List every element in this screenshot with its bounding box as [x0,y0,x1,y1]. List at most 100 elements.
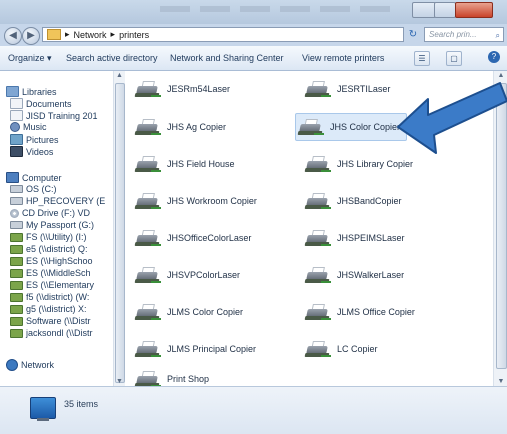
nav-item-documents[interactable]: Documents [10,98,72,109]
view-options-icon[interactable]: ☰ [414,51,430,66]
nav-label: FS (\\Utility) (I:) [26,232,87,242]
nav-item-es-middleschool[interactable]: ES (\\MiddleSch [10,268,91,278]
printer-item[interactable]: LC Copier [304,339,378,359]
printer-icon [134,117,161,137]
printer-icon [297,117,324,137]
nav-item-computer[interactable]: Computer [6,172,62,183]
nav-item-es-highschool[interactable]: ES (\\HighSchoo [10,256,93,266]
scroll-down-icon[interactable]: ▼ [494,378,507,385]
help-icon[interactable]: ? [488,51,500,63]
printer-item[interactable]: JHSWalkerLaser [304,265,404,285]
view-remote-printers-button[interactable]: View remote printers [302,53,384,63]
nav-item-utility[interactable]: FS (\\Utility) (I:) [10,232,87,242]
printer-item[interactable]: JHSPEIMSLaser [304,228,405,248]
printer-item[interactable]: JHSOfficeColorLaser [134,228,252,248]
search-input[interactable]: Search prin... ⌕ [424,27,504,42]
nav-label: HP_RECOVERY (E [26,196,106,206]
item-count: 35 items [64,399,99,409]
scrollbar-thumb[interactable] [115,83,125,383]
title-bar [0,0,507,24]
printer-item[interactable]: JESRm54Laser [134,79,231,99]
nav-item-f5-district[interactable]: f5 (\\district) (W: [10,292,89,302]
address-bar[interactable]: ▸ Network ▸ printers [42,27,404,42]
printer-item[interactable]: JESRTILaser [304,79,391,99]
printer-label: JHSOfficeColorLaser [167,233,252,243]
printer-label: LC Copier [337,344,378,354]
scroll-down-icon[interactable]: ▼ [114,378,125,385]
printer-item[interactable]: JLMS Office Copier [304,302,415,322]
nav-label: OS (C:) [26,184,57,194]
search-icon[interactable]: ⌕ [496,29,500,42]
nav-pane-scrollbar[interactable]: ▲ ▼ [113,71,125,386]
printer-label: JESRTILaser [337,84,391,94]
nav-label: ES (\\MiddleSch [26,268,91,278]
cd-icon [10,208,19,218]
printer-item[interactable]: JHS Workroom Copier [134,191,257,211]
drive-icon [10,185,23,193]
printer-item[interactable]: JHS Ag Copier [134,117,226,137]
network-folder-icon [47,29,61,40]
nav-item-videos[interactable]: Videos [10,146,53,157]
network-printers-icon [30,397,56,421]
minimize-button[interactable] [412,2,436,18]
nav-label: g5 (\\district) X: [26,304,87,314]
printer-label: JESRm54Laser [167,84,231,94]
scroll-up-icon[interactable]: ▲ [114,72,125,79]
nav-label: Software (\\Distr [26,316,91,326]
nav-item-cd-drive[interactable]: CD Drive (F:) VD [10,208,90,218]
nav-item-pictures[interactable]: Pictures [10,134,59,145]
breadcrumb-network[interactable]: Network [74,30,107,40]
nav-item-jisd-training[interactable]: JISD Training 201 [10,110,98,121]
forward-button[interactable]: ▶ [22,27,40,45]
search-active-directory-button[interactable]: Search active directory [66,53,158,63]
printer-icon [304,191,331,211]
printer-icon [134,191,161,211]
navigation-bar: ◀ ▶ ▸ Network ▸ printers ↻ Search prin..… [0,24,507,46]
nav-item-es-elementary[interactable]: ES (\\Elementary [10,280,94,290]
nav-label: Music [23,122,47,132]
nav-label: Videos [26,146,54,157]
nav-item-software[interactable]: Software (\\Distr [10,316,91,326]
network-drive-icon [10,280,23,290]
command-toolbar: Organize ▾ Search active directory Netwo… [0,46,507,71]
nav-item-jacksondl[interactable]: jacksondl (\\Distr [10,328,93,338]
nav-item-hp-recovery[interactable]: HP_RECOVERY (E [10,196,105,206]
printer-icon [304,302,331,322]
back-button[interactable]: ◀ [4,27,22,45]
refresh-icon[interactable]: ↻ [406,27,420,42]
nav-item-libraries[interactable]: Libraries [6,86,57,97]
drive-icon [10,221,23,229]
nav-item-os-drive[interactable]: OS (C:) [10,184,57,194]
printer-item[interactable]: JHSBandCopier [304,191,402,211]
printer-label: JLMS Principal Copier [167,344,257,354]
close-button[interactable] [455,2,493,18]
nav-label: f5 (\\district) (W: [26,292,90,302]
window-title-blur [160,6,400,12]
printer-icon [134,154,161,174]
nav-item-e5-district[interactable]: e5 (\\district) Q: [10,244,88,254]
preview-pane-icon[interactable]: ▢ [446,51,462,66]
navigation-pane: Libraries Documents JISD Training 201 Mu… [0,71,125,386]
nav-label: JISD Training 201 [26,110,98,121]
network-drive-icon [10,292,23,302]
maximize-button[interactable] [434,2,456,18]
breadcrumb-printers[interactable]: printers [119,30,149,40]
printer-item[interactable]: JLMS Principal Copier [134,339,257,359]
nav-item-network[interactable]: Network [6,359,54,371]
nav-item-g5-district[interactable]: g5 (\\district) X: [10,304,87,314]
printer-label: JHSPEIMSLaser [337,233,405,243]
printer-icon [134,228,161,248]
printer-item[interactable]: JHS Field House [134,154,235,174]
network-sharing-center-button[interactable]: Network and Sharing Center [170,53,284,63]
pictures-icon [10,134,23,145]
printer-icon [134,302,161,322]
annotation-arrow-icon [397,82,507,154]
nav-item-music[interactable]: Music [10,122,47,132]
printer-item[interactable]: JLMS Color Copier [134,302,243,322]
libraries-icon [6,86,19,97]
printer-label: JHSBandCopier [337,196,402,206]
printer-item[interactable]: JHSVPColorLaser [134,265,240,285]
printer-icon [304,79,331,99]
organize-button[interactable]: Organize ▾ [8,53,52,64]
nav-item-my-passport[interactable]: My Passport (G:) [10,220,94,230]
